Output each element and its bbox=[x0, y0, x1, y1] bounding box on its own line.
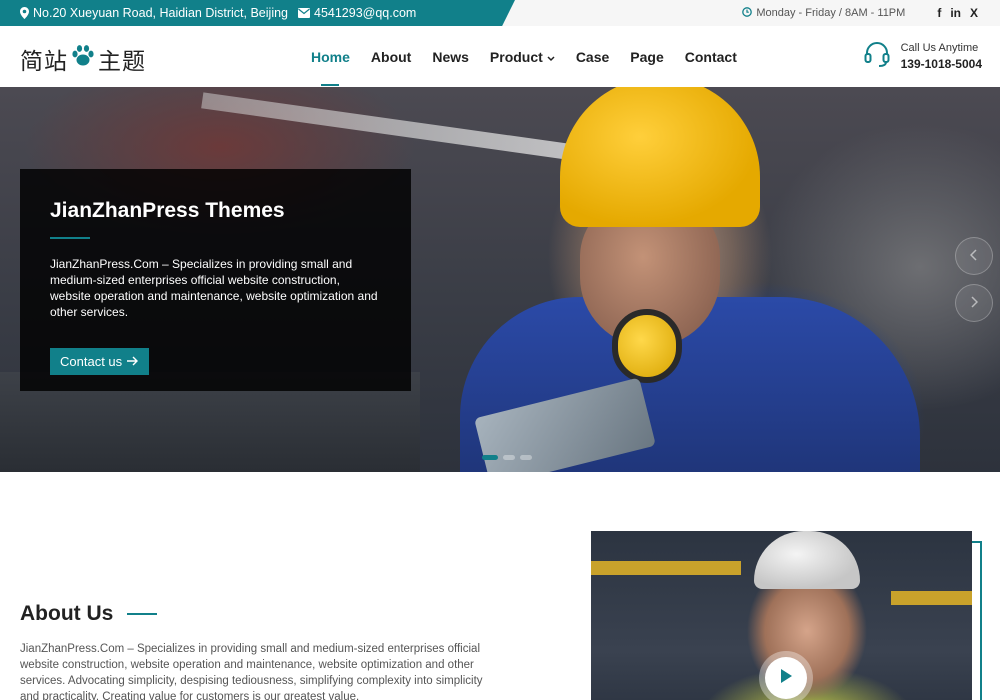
chevron-down-icon bbox=[547, 49, 555, 65]
nav-item-case[interactable]: Case bbox=[576, 26, 609, 87]
slider-next-button[interactable] bbox=[955, 284, 993, 322]
email-text: 4541293@qq.com bbox=[314, 6, 417, 20]
clock-icon bbox=[742, 6, 753, 20]
chevron-left-icon bbox=[969, 248, 978, 264]
chevron-right-icon bbox=[970, 295, 979, 311]
hero-description: JianZhanPress.Com – Specializes in provi… bbox=[50, 257, 378, 319]
x-twitter-icon[interactable]: X bbox=[970, 6, 978, 20]
linkedin-icon[interactable]: in bbox=[950, 6, 961, 20]
address-text: No.20 Xueyuan Road, Haidian District, Be… bbox=[33, 6, 288, 20]
nav-item-home[interactable]: Home bbox=[311, 26, 350, 87]
nav-item-contact[interactable]: Contact bbox=[685, 26, 737, 87]
hours-text: Monday - Friday / 8AM - 11PM bbox=[756, 7, 906, 19]
opening-hours: Monday - Friday / 8AM - 11PM bbox=[742, 6, 906, 20]
facebook-icon[interactable]: f bbox=[937, 6, 941, 20]
main-nav: Home About News Product Case Page Contac… bbox=[311, 26, 758, 87]
top-bar-right: Monday - Friday / 8AM - 11PM f in X bbox=[742, 0, 978, 26]
call-label: Call Us Anytime bbox=[900, 42, 979, 54]
video-worker-helmet bbox=[754, 531, 860, 589]
contact-us-button[interactable]: Contact us bbox=[50, 348, 150, 375]
nav-item-news[interactable]: News bbox=[432, 26, 469, 87]
arrow-right-icon bbox=[127, 354, 139, 369]
site-logo[interactable]: 简站 主题 bbox=[20, 42, 146, 76]
hero-title: JianZhanPress Themes bbox=[50, 199, 285, 222]
call-us[interactable]: Call Us Anytime 139-1018-5004 bbox=[863, 40, 982, 73]
top-bar: No.20 Xueyuan Road, Haidian District, Be… bbox=[0, 0, 1000, 26]
call-text: Call Us Anytime 139-1018-5004 bbox=[901, 42, 982, 71]
video-frame-accent bbox=[972, 541, 982, 700]
slider-prev-button[interactable] bbox=[955, 237, 993, 275]
about-text: JianZhanPress.Com – Specializes in provi… bbox=[20, 643, 483, 700]
nav-item-page[interactable]: Page bbox=[630, 26, 663, 87]
hero-caption: JianZhanPress Themes JianZhanPress.Com –… bbox=[20, 169, 411, 391]
hero-title-underline bbox=[50, 237, 90, 239]
nav-item-about[interactable]: About bbox=[371, 26, 411, 87]
video-background-beam bbox=[891, 591, 972, 605]
paw-icon bbox=[70, 43, 96, 75]
slider-dot[interactable] bbox=[482, 455, 498, 460]
play-icon bbox=[779, 668, 793, 689]
site-header: 简站 主题 Home About News Product Case Page … bbox=[0, 26, 1000, 87]
envelope-icon bbox=[298, 8, 310, 18]
about-title-line bbox=[127, 613, 158, 615]
slider-pagination bbox=[482, 455, 532, 460]
slider-dot[interactable] bbox=[520, 455, 532, 460]
about-video bbox=[591, 531, 972, 700]
contact-info: No.20 Xueyuan Road, Haidian District, Be… bbox=[20, 0, 416, 26]
hero-slider: JianZhanPress Themes JianZhanPress.Com –… bbox=[0, 87, 1000, 472]
social-links: f in X bbox=[937, 6, 978, 20]
video-background-beam bbox=[591, 561, 741, 575]
call-number: 139-1018-5004 bbox=[900, 57, 982, 71]
logo-text-right: 主题 bbox=[98, 48, 146, 74]
logo-text-left: 简站 bbox=[20, 48, 68, 74]
email-item[interactable]: 4541293@qq.com bbox=[298, 6, 416, 20]
headset-icon bbox=[863, 40, 891, 73]
map-marker-icon bbox=[20, 7, 29, 19]
nav-item-product[interactable]: Product bbox=[490, 26, 555, 87]
slider-dot[interactable] bbox=[503, 455, 515, 460]
about-title: About Us bbox=[20, 602, 114, 625]
address-item: No.20 Xueyuan Road, Haidian District, Be… bbox=[20, 6, 288, 20]
hero-worker-helmet bbox=[560, 87, 760, 227]
play-video-button[interactable] bbox=[765, 657, 807, 699]
hero-worker-earmuff bbox=[612, 309, 682, 383]
about-heading: About Us bbox=[20, 602, 158, 626]
